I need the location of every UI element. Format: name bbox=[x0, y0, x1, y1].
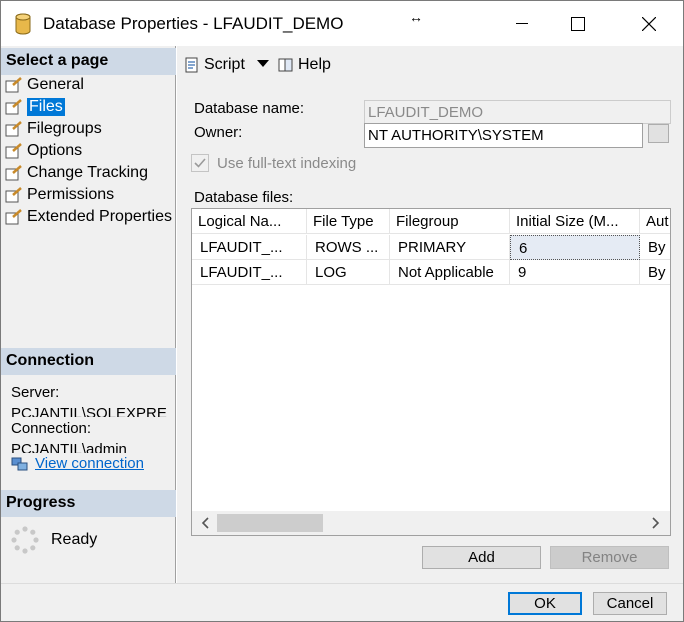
page-label: Permissions bbox=[27, 186, 115, 203]
cell-initial-size[interactable]: 9 bbox=[510, 260, 640, 285]
remove-button[interactable]: Remove bbox=[550, 546, 669, 569]
view-connection-link[interactable]: View connection bbox=[11, 455, 144, 472]
cell-file-type[interactable]: LOG bbox=[307, 260, 390, 285]
page-general[interactable]: General bbox=[5, 74, 84, 96]
dialog-footer: OK Cancel bbox=[1, 583, 683, 621]
caret-down-icon bbox=[257, 60, 269, 67]
help-icon bbox=[278, 58, 293, 72]
scroll-right-arrow[interactable] bbox=[648, 515, 664, 531]
page-options[interactable]: Options bbox=[5, 140, 82, 162]
database-files-grid: Logical Na... File Type Filegroup Initia… bbox=[191, 208, 671, 536]
fulltext-checkbox[interactable] bbox=[191, 154, 209, 172]
database-name-field[interactable]: LFAUDIT_DEMO bbox=[364, 100, 671, 124]
connection-label: Connection: bbox=[11, 420, 92, 437]
spinner-icon bbox=[11, 526, 39, 554]
page-label: General bbox=[27, 76, 84, 93]
maximize-icon bbox=[571, 16, 585, 31]
connection-value: PCJANTIL\admin bbox=[11, 441, 127, 453]
scroll-left-arrow[interactable] bbox=[197, 515, 213, 531]
database-files-label: Database files: bbox=[194, 189, 294, 206]
column-header-logical-name[interactable]: Logical Na... bbox=[192, 209, 307, 234]
help-button[interactable]: Help bbox=[278, 56, 331, 74]
page-change-tracking[interactable]: Change Tracking bbox=[5, 162, 148, 184]
progress-header: Progress bbox=[1, 490, 176, 517]
cell-file-type[interactable]: ROWS ... bbox=[307, 235, 390, 260]
server-value: PCJANTIL\SQLEXPRE bbox=[11, 405, 167, 417]
wrench-page-icon bbox=[5, 99, 22, 115]
page-filegroups[interactable]: Filegroups bbox=[5, 118, 102, 140]
column-header-file-type[interactable]: File Type bbox=[307, 209, 390, 234]
column-header-initial-size[interactable]: Initial Size (M... bbox=[510, 209, 640, 234]
wrench-page-icon bbox=[5, 143, 22, 159]
cell-autogrowth[interactable]: By bbox=[640, 235, 670, 260]
fulltext-checkbox-row[interactable]: Use full-text indexing bbox=[191, 154, 356, 172]
database-name-label: Database name: bbox=[194, 100, 305, 117]
minimize-button[interactable] bbox=[499, 1, 545, 46]
progress-status: Ready bbox=[11, 526, 97, 554]
view-connection-label: View connection bbox=[35, 455, 144, 472]
checkmark-icon bbox=[194, 158, 206, 168]
page-label: Filegroups bbox=[27, 120, 102, 137]
right-pane: Script Help Database name: LFAUDIT_DEMO … bbox=[177, 46, 683, 583]
page-files[interactable]: Files bbox=[5, 96, 65, 118]
page-extended-properties[interactable]: Extended Properties bbox=[5, 206, 172, 228]
table-row[interactable]: LFAUDIT_... ROWS ... PRIMARY 6 By bbox=[192, 235, 670, 260]
help-label: Help bbox=[298, 56, 331, 73]
page-label: Extended Properties bbox=[27, 208, 172, 225]
database-icon bbox=[15, 13, 31, 35]
close-button[interactable] bbox=[626, 1, 672, 46]
cell-logical-name[interactable]: LFAUDIT_... bbox=[192, 260, 307, 285]
chevron-right-icon bbox=[652, 517, 660, 529]
cell-filegroup[interactable]: Not Applicable bbox=[390, 260, 510, 285]
page-label: Options bbox=[27, 142, 83, 159]
progress-status-label: Ready bbox=[51, 531, 98, 548]
left-pane: Select a page General Files Filegroups O… bbox=[1, 46, 176, 583]
fulltext-label: Use full-text indexing bbox=[217, 155, 357, 172]
table-row[interactable]: LFAUDIT_... LOG Not Applicable 9 By bbox=[192, 260, 670, 285]
script-button[interactable]: Script bbox=[184, 56, 245, 74]
owner-browse-button[interactable] bbox=[648, 124, 669, 143]
add-button[interactable]: Add bbox=[422, 546, 541, 569]
toolbar: Script Help bbox=[177, 46, 683, 81]
window-title: Database Properties - LFAUDIT_DEMO bbox=[43, 14, 344, 33]
script-label: Script bbox=[204, 56, 245, 73]
cell-initial-size[interactable]: 6 bbox=[510, 235, 640, 260]
close-icon bbox=[642, 16, 656, 31]
database-properties-dialog: Database Properties - LFAUDIT_DEMO ↔ Sel… bbox=[0, 0, 684, 622]
wrench-page-icon bbox=[5, 121, 22, 137]
wrench-page-icon bbox=[5, 187, 22, 203]
wrench-page-icon bbox=[5, 165, 22, 181]
chevron-left-icon bbox=[201, 517, 209, 529]
scroll-thumb[interactable] bbox=[217, 514, 323, 532]
connection-header: Connection bbox=[1, 348, 176, 375]
owner-field[interactable]: NT AUTHORITY\SYSTEM bbox=[364, 123, 643, 148]
owner-label: Owner: bbox=[194, 124, 243, 141]
cell-filegroup[interactable]: PRIMARY bbox=[390, 235, 510, 260]
page-label: Files bbox=[27, 98, 65, 116]
select-page-header: Select a page bbox=[1, 48, 176, 75]
connection-icon bbox=[11, 457, 28, 470]
ok-button[interactable]: OK bbox=[508, 592, 582, 615]
resize-cursor-icon: ↔ bbox=[409, 9, 423, 25]
server-label: Server: bbox=[11, 384, 60, 401]
page-label: Change Tracking bbox=[27, 164, 148, 181]
cancel-button[interactable]: Cancel bbox=[593, 592, 667, 615]
horizontal-scrollbar[interactable] bbox=[192, 511, 670, 535]
grid-header: Logical Na... File Type Filegroup Initia… bbox=[192, 209, 670, 234]
page-permissions[interactable]: Permissions bbox=[5, 184, 114, 206]
minimize-icon bbox=[516, 22, 528, 24]
column-header-autogrowth[interactable]: Aut bbox=[640, 209, 670, 234]
wrench-page-icon bbox=[5, 77, 22, 93]
cell-autogrowth[interactable]: By bbox=[640, 260, 670, 285]
script-dropdown-button[interactable] bbox=[257, 60, 269, 68]
title-bar: Database Properties - LFAUDIT_DEMO ↔ bbox=[1, 1, 683, 46]
column-header-filegroup[interactable]: Filegroup bbox=[390, 209, 510, 234]
maximize-button[interactable] bbox=[555, 1, 601, 46]
script-icon bbox=[185, 57, 198, 73]
wrench-page-icon bbox=[5, 209, 22, 225]
cell-logical-name[interactable]: LFAUDIT_... bbox=[192, 235, 307, 260]
